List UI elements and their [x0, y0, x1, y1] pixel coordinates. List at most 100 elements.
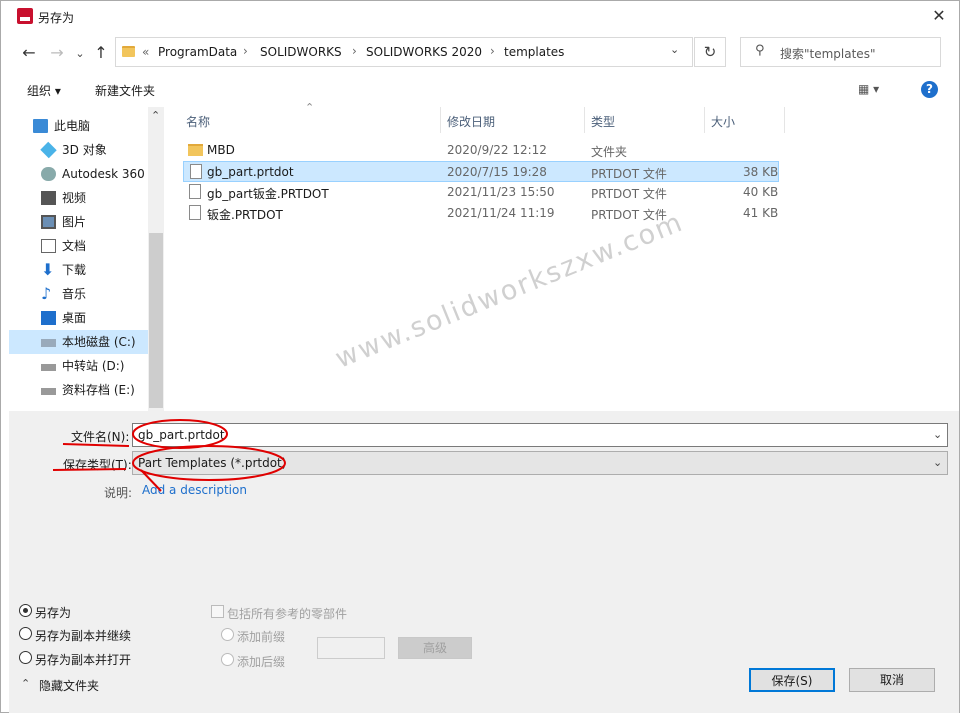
save-copy-continue-radio[interactable]: [19, 627, 32, 640]
sidebar-item-label: 桌面: [62, 311, 87, 325]
column-divider[interactable]: [440, 107, 441, 133]
column-header-size[interactable]: 大小: [711, 113, 735, 130]
view-options-icon[interactable]: ▦ ▾: [858, 82, 879, 96]
sidebar-item-label: 中转站 (D:): [62, 359, 125, 373]
column-header-type[interactable]: 类型: [591, 113, 615, 130]
sidebar-item-label: 本地磁盘 (C:): [62, 335, 136, 349]
back-arrow-icon[interactable]: ←: [18, 42, 40, 64]
scroll-up-icon[interactable]: ⌃: [151, 109, 160, 122]
search-box[interactable]: ⚲ 搜索"templates": [740, 37, 941, 67]
add-suffix-label: 添加后缀: [237, 655, 286, 669]
sidebar-item-videos[interactable]: 视频: [9, 186, 149, 210]
include-references-label: 包括所有参考的零部件: [227, 607, 348, 621]
cancel-button[interactable]: 取消: [849, 668, 935, 692]
sidebar-item-pictures[interactable]: 图片: [9, 210, 149, 234]
column-header-date[interactable]: 修改日期: [447, 113, 495, 130]
download-icon: ⬇: [41, 260, 55, 279]
breadcrumb-separator-icon[interactable]: ›: [352, 44, 357, 58]
file-date: 2021/11/23 15:50: [447, 185, 555, 199]
search-input[interactable]: 搜索"templates": [780, 45, 875, 62]
cloud-icon: [41, 167, 56, 181]
file-type: PRTDOT 文件: [591, 167, 667, 181]
sidebar-item-label: 此电脑: [54, 119, 91, 133]
hide-folders-toggle[interactable]: 隐藏文件夹: [39, 677, 99, 694]
cube-icon: [40, 141, 57, 159]
sidebar-item-label: 视频: [62, 191, 87, 205]
file-row-mbd[interactable]: MBD 2020/9/22 12:12 文件夹: [183, 140, 779, 161]
address-bar[interactable]: « ProgramData › SOLIDWORKS › SOLIDWORKS …: [115, 37, 693, 67]
file-date: 2021/11/24 11:19: [447, 206, 555, 220]
save-copy-continue-label[interactable]: 另存为副本并继续: [35, 627, 131, 644]
save-as-label[interactable]: 另存为: [35, 604, 71, 621]
title-bar: 另存为 ✕: [1, 1, 959, 32]
add-prefix-radio[interactable]: [221, 628, 234, 641]
prefix-suffix-input[interactable]: [317, 637, 385, 659]
organize-menu[interactable]: 组织 ▾: [27, 82, 61, 99]
sidebar-item-label: Autodesk 360: [62, 167, 145, 181]
sidebar-item-autodesk-360[interactable]: Autodesk 360: [9, 162, 149, 186]
desktop-icon: [41, 311, 56, 325]
folder-icon: [122, 46, 135, 57]
file-icon: [189, 184, 201, 199]
sidebar-item-label: 文档: [62, 239, 87, 253]
file-row-gb-part-sheetmetal[interactable]: gb_part钣金.PRTDOT 2021/11/23 15:50 PRTDOT…: [183, 182, 779, 203]
breadcrumb-programdata[interactable]: ProgramData: [158, 45, 237, 59]
sidebar-item-label: 资料存档 (E:): [62, 383, 135, 397]
sidebar-item-music[interactable]: ♪ 音乐: [9, 282, 149, 306]
drive-icon: [41, 388, 56, 395]
file-size: 41 KB: [743, 206, 779, 220]
sidebar-item-desktop[interactable]: 桌面: [9, 306, 149, 330]
breadcrumb-separator-icon[interactable]: ›: [490, 44, 495, 58]
solidworks-app-icon: [17, 8, 33, 24]
file-row-sheetmetal[interactable]: 钣金.PRTDOT 2021/11/24 11:19 PRTDOT 文件 41 …: [183, 203, 779, 224]
save-copy-open-radio[interactable]: [19, 651, 32, 664]
save-button[interactable]: 保存(S): [749, 668, 835, 692]
picture-icon: [41, 215, 56, 229]
new-folder-button[interactable]: 新建文件夹: [95, 82, 155, 99]
window-title: 另存为: [38, 11, 75, 25]
sort-ascending-icon: ⌃: [305, 101, 315, 114]
breadcrumb-solidworks-2020[interactable]: SOLIDWORKS 2020: [366, 45, 482, 59]
sidebar-item-drive-d[interactable]: 中转站 (D:): [9, 354, 149, 378]
toolbar: 组织 ▾ 新建文件夹 ▦ ▾: [1, 78, 959, 103]
file-name: gb_part钣金.PRTDOT: [207, 187, 329, 201]
breadcrumb-separator-icon[interactable]: ›: [243, 44, 248, 58]
sidebar-item-label: 音乐: [62, 287, 87, 301]
sidebar-item-documents[interactable]: 文档: [9, 234, 149, 258]
include-references-checkbox[interactable]: [211, 605, 224, 618]
add-suffix-radio[interactable]: [221, 653, 234, 666]
sidebar-item-downloads[interactable]: ⬇ 下载: [9, 258, 149, 282]
up-folder-icon[interactable]: ↑: [90, 42, 112, 64]
file-type: 文件夹: [591, 145, 628, 159]
sidebar-item-drive-c[interactable]: 本地磁盘 (C:): [9, 330, 149, 354]
file-name: MBD: [207, 143, 235, 157]
column-divider[interactable]: [704, 107, 705, 133]
music-icon: ♪: [41, 284, 52, 303]
column-header-name[interactable]: 名称: [186, 113, 210, 130]
breadcrumb-templates[interactable]: templates: [504, 45, 564, 59]
sidebar-item-3d-objects[interactable]: 3D 对象: [9, 138, 149, 162]
address-dropdown-icon[interactable]: ⌄: [670, 43, 679, 56]
overflow-chevron-icon[interactable]: «: [142, 45, 149, 59]
column-divider[interactable]: [784, 107, 785, 133]
help-icon[interactable]: ?: [921, 81, 938, 98]
sidebar-scrollbar-thumb[interactable]: [149, 233, 163, 408]
save-copy-open-label[interactable]: 另存为副本并打开: [35, 651, 131, 668]
recent-locations-chevron-icon[interactable]: ⌄: [69, 43, 91, 65]
close-icon[interactable]: ✕: [927, 4, 951, 28]
column-divider[interactable]: [584, 107, 585, 133]
forward-arrow-icon[interactable]: →: [46, 42, 68, 64]
document-icon: [41, 239, 56, 253]
drive-icon: [41, 364, 56, 371]
file-row-gb-part[interactable]: gb_part.prtdot 2020/7/15 19:28 PRTDOT 文件…: [183, 161, 779, 182]
refresh-icon[interactable]: ↻: [694, 37, 726, 67]
folder-icon: [188, 144, 203, 156]
breadcrumb-solidworks[interactable]: SOLIDWORKS: [260, 45, 342, 59]
hide-folders-chevron-icon[interactable]: ⌃: [21, 677, 30, 690]
save-as-radio[interactable]: [19, 604, 32, 617]
sidebar-item-drive-e[interactable]: 资料存档 (E:): [9, 378, 149, 402]
sidebar-item-label: 下载: [62, 263, 87, 277]
advanced-button[interactable]: 高级: [398, 637, 472, 659]
sidebar-item-this-pc[interactable]: 此电脑: [9, 114, 149, 138]
file-icon: [190, 164, 202, 179]
